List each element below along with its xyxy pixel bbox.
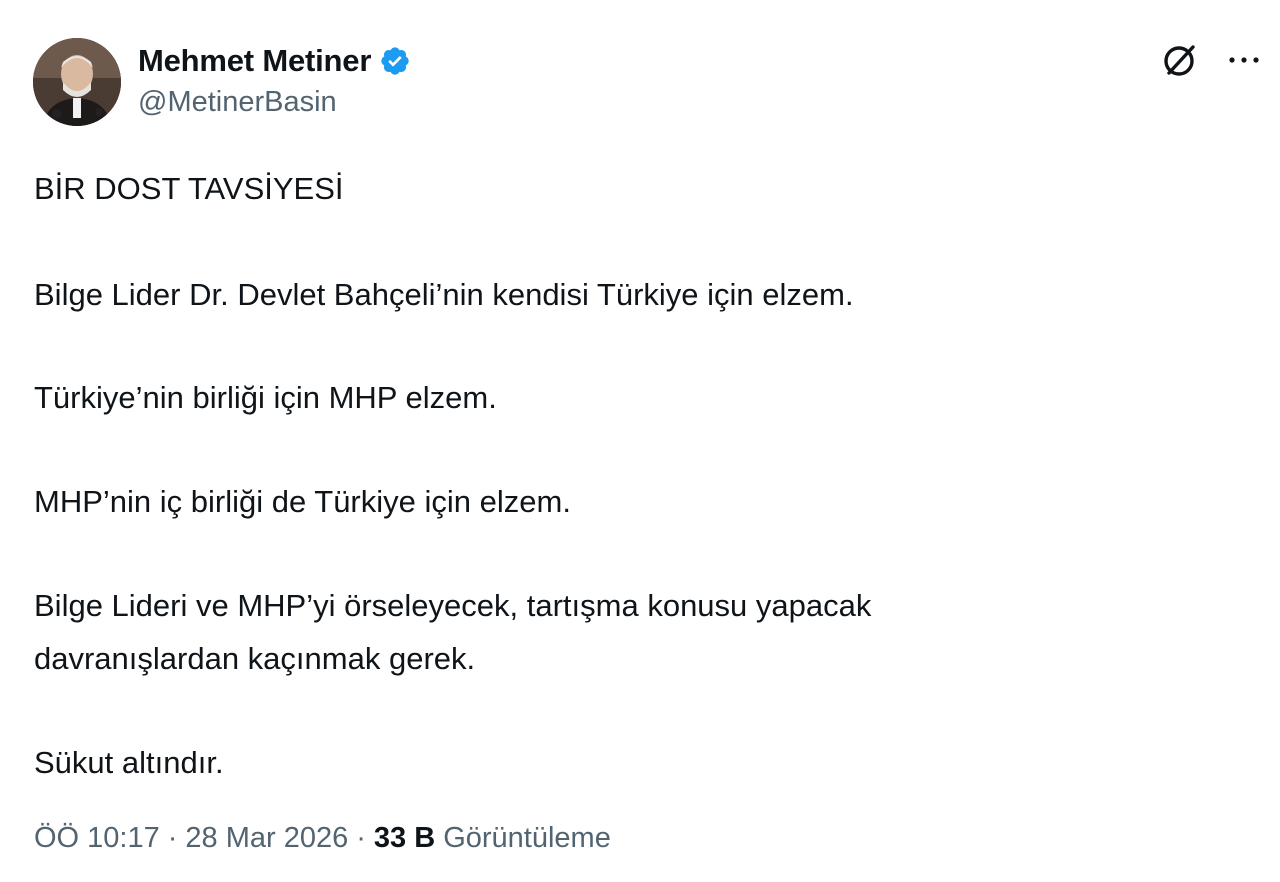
- tweet-paragraph: BİR DOST TAVSİYESİ: [34, 171, 344, 206]
- tweet-meta: ÖÖ 10:17 · 28 Mar 2026 · 33 B Görüntülem…: [34, 822, 611, 855]
- tweet-card: Mehmet Metiner @MetinerBasin BİR DOST TA…: [0, 0, 1280, 882]
- views-label: Görüntüleme: [443, 822, 611, 854]
- author-handle[interactable]: @MetinerBasin: [138, 86, 337, 119]
- grok-icon: [1160, 40, 1200, 85]
- tweet-paragraph: davranışlardan kaçınmak gerek.: [34, 641, 476, 676]
- grok-button[interactable]: [1158, 40, 1202, 84]
- avatar[interactable]: [33, 38, 121, 126]
- tweet-top-actions: [1158, 40, 1266, 84]
- author-display-name[interactable]: Mehmet Metiner: [138, 43, 371, 79]
- tweet-paragraph: Bilge Lider Dr. Devlet Bahçeli’nin kendi…: [34, 277, 854, 312]
- verified-badge-icon[interactable]: [379, 45, 411, 77]
- tweet-paragraph: Sükut altındır.: [34, 745, 224, 780]
- views-count[interactable]: 33 B: [374, 822, 435, 855]
- tweet-paragraph: MHP’nin iç birliği de Türkiye için elzem…: [34, 484, 571, 519]
- meta-separator: ·: [167, 822, 178, 854]
- tweet-paragraph: Bilge Lideri ve MHP’yi örseleyecek, tart…: [34, 588, 872, 623]
- tweet-paragraph: Türkiye’nin birliği için MHP elzem.: [34, 380, 497, 415]
- meta-separator: ·: [356, 822, 366, 854]
- more-options-button[interactable]: [1222, 40, 1266, 84]
- tweet-time[interactable]: ÖÖ 10:17: [34, 822, 160, 855]
- more-dots-icon: [1226, 53, 1262, 71]
- tweet-date[interactable]: 28 Mar 2026: [185, 822, 348, 855]
- author-name-row: Mehmet Metiner: [138, 42, 411, 80]
